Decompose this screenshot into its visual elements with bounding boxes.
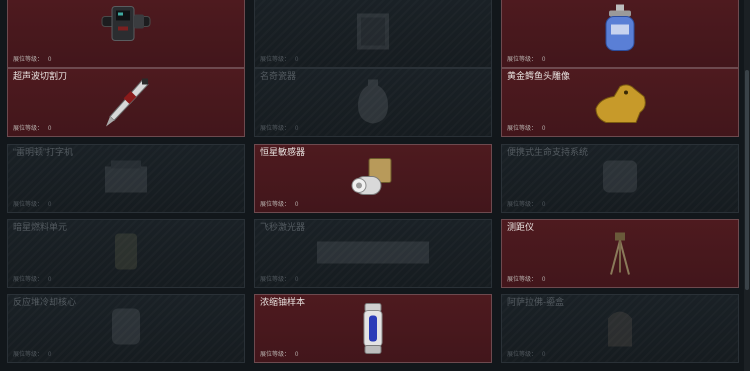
card-level: 展位等级： 0 <box>507 57 546 63</box>
card-level: 展位等级： 0 <box>13 352 52 358</box>
card-level: 展位等级： 0 <box>260 126 299 132</box>
card-title: “雷明顿”打字机 <box>13 147 73 157</box>
collection-card[interactable]: 展位等级： 0 <box>254 0 492 68</box>
fuel-cell-icon <box>111 229 141 278</box>
collection-card[interactable]: 浓缩铀样本 展位等级： 0 <box>254 294 492 363</box>
card-title: 黄金鳄鱼头雕像 <box>507 71 571 81</box>
golden-crocodile-statue-icon <box>592 79 648 132</box>
laser-icon <box>313 231 433 276</box>
crate-icon <box>353 9 393 58</box>
card-level: 展位等级： 0 <box>507 126 546 132</box>
ultrasonic-knife-icon <box>98 77 154 134</box>
collection-card[interactable]: 反应堆冷却核心 展位等级： 0 <box>7 294 245 363</box>
scrollbar-thumb[interactable] <box>745 70 749 290</box>
card-level: 展位等级： 0 <box>260 57 299 63</box>
card-title: 恒星敏感器 <box>260 147 306 157</box>
card-title: 暗星燃料单元 <box>13 222 68 232</box>
card-level: 展位等级： 0 <box>13 277 52 283</box>
collection-card[interactable]: 暗星燃料单元 展位等级： 0 <box>7 219 245 288</box>
card-level: 展位等级： 0 <box>507 352 546 358</box>
collection-grid: 展位等级： 0 展位等级： 0 展位等级： 0 超声波切割刀 展位等级： 0 名… <box>0 0 750 371</box>
card-level: 展位等级： 0 <box>13 126 52 132</box>
collection-card[interactable]: 名奇瓷器 展位等级： 0 <box>254 68 492 137</box>
card-level: 展位等级： 0 <box>260 202 299 208</box>
card-title: 反应堆冷却核心 <box>13 297 77 307</box>
scrollbar[interactable] <box>744 0 750 371</box>
porcelain-vase-icon <box>358 75 388 130</box>
collection-card[interactable]: 飞秒激光器 展位等级： 0 <box>254 219 492 288</box>
gas-canister-icon <box>601 3 639 58</box>
life-support-icon <box>597 154 643 203</box>
card-title: 浓缩铀样本 <box>260 297 306 307</box>
star-sensor-icon <box>347 155 399 208</box>
card-title: 测距仪 <box>507 222 535 232</box>
device-belt-icon <box>100 3 152 52</box>
reactor-core-icon <box>106 304 146 353</box>
collection-card[interactable]: 黄金鳄鱼头雕像 展位等级： 0 <box>501 68 739 137</box>
collection-card[interactable]: 测距仪 展位等级： 0 <box>501 219 739 288</box>
uranium-sample-icon <box>361 302 385 361</box>
collection-card[interactable]: 便携式生命支持系统 展位等级： 0 <box>501 144 739 213</box>
card-level: 展位等级： 0 <box>260 277 299 283</box>
card-title: 便携式生命支持系统 <box>507 147 589 157</box>
collection-card[interactable]: 恒星敏感器 展位等级： 0 <box>254 144 492 213</box>
card-title: 名奇瓷器 <box>260 71 297 81</box>
card-level: 展位等级： 0 <box>13 202 52 208</box>
card-title: 阿萨拉佛-鎏盒 <box>507 297 564 307</box>
card-level: 展位等级： 0 <box>507 277 546 283</box>
rangefinder-icon <box>605 229 635 284</box>
card-title: 飞秒激光器 <box>260 222 306 232</box>
collection-card[interactable]: 超声波切割刀 展位等级： 0 <box>7 68 245 137</box>
collection-card[interactable]: 展位等级： 0 <box>501 0 739 68</box>
collection-card[interactable]: 展位等级： 0 <box>7 0 245 68</box>
card-level: 展位等级： 0 <box>13 57 52 63</box>
ornate-box-icon <box>602 302 638 355</box>
card-level: 展位等级： 0 <box>507 202 546 208</box>
collection-card[interactable]: 阿萨拉佛-鎏盒 展位等级： 0 <box>501 294 739 363</box>
typewriter-icon <box>101 156 151 201</box>
card-title: 超声波切割刀 <box>13 71 68 81</box>
card-level: 展位等级： 0 <box>260 352 299 358</box>
collection-card[interactable]: “雷明顿”打字机 展位等级： 0 <box>7 144 245 213</box>
